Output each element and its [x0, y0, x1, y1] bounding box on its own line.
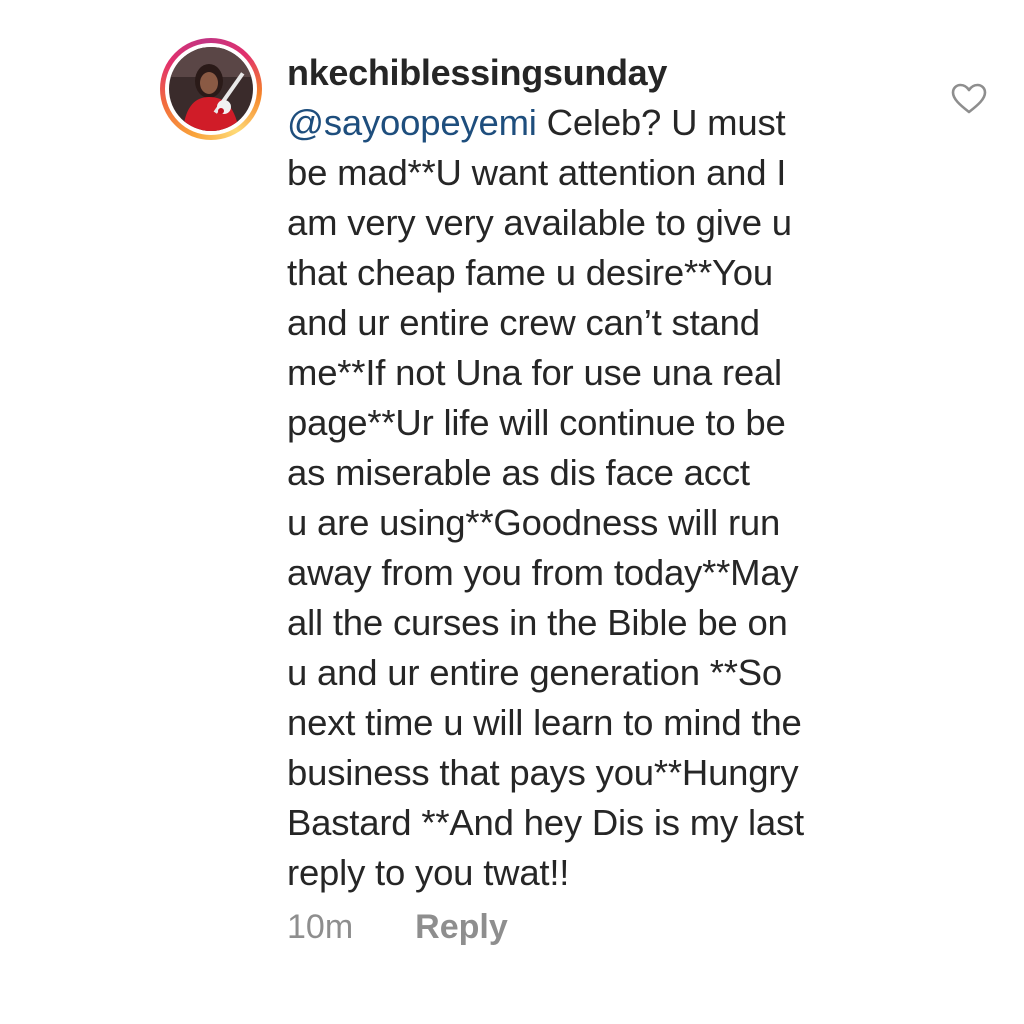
- comment-text-line: u are using**Goodness will run: [287, 502, 781, 543]
- comment-text-line: business that pays you**Hungry: [287, 752, 799, 793]
- comment-text-line: me**If not Una for use una real: [287, 352, 782, 393]
- comment-text-line: that cheap fame u desire**You: [287, 252, 773, 293]
- comment-text-line: away from you from today**May: [287, 552, 799, 593]
- comment-body: nkechiblessingsunday @sayoopeyemi Celeb?…: [287, 48, 927, 898]
- avatar[interactable]: [169, 47, 253, 131]
- comment-text-line: am very very available to give u: [287, 202, 792, 243]
- avatar-ring-gap: [165, 43, 257, 135]
- comment-first-line: @sayoopeyemi Celeb? U must: [287, 98, 927, 148]
- comment-text-line: and ur entire crew can’t stand: [287, 302, 760, 343]
- comment-text-line: next time u will learn to mind the: [287, 702, 802, 743]
- comment-text-line: be mad**U want attention and I: [287, 152, 787, 193]
- comment-username[interactable]: nkechiblessingsunday: [287, 48, 927, 98]
- comment-text-line: u and ur entire generation **So: [287, 652, 783, 693]
- comment-text-line: Bastard **And hey Dis is my last: [287, 802, 804, 843]
- comment-timestamp: 10m: [287, 908, 354, 946]
- comment-footer: 10m Reply: [287, 908, 508, 947]
- comment-text-line: Celeb? U must: [536, 102, 786, 143]
- comment-text-line: all the curses in the Bible be on: [287, 602, 788, 643]
- mention-link[interactable]: @sayoopeyemi: [287, 102, 537, 143]
- comment-item: nkechiblessingsunday @sayoopeyemi Celeb?…: [0, 0, 1024, 1024]
- comment-text-line: reply to you twat!!: [287, 852, 570, 893]
- reply-button[interactable]: Reply: [415, 908, 508, 947]
- avatar-story-ring[interactable]: [160, 38, 262, 140]
- heart-outline-icon[interactable]: [951, 83, 987, 115]
- comment-text-line: as miserable as dis face acct: [287, 452, 750, 493]
- comment-text-line: page**Ur life will continue to be: [287, 402, 786, 443]
